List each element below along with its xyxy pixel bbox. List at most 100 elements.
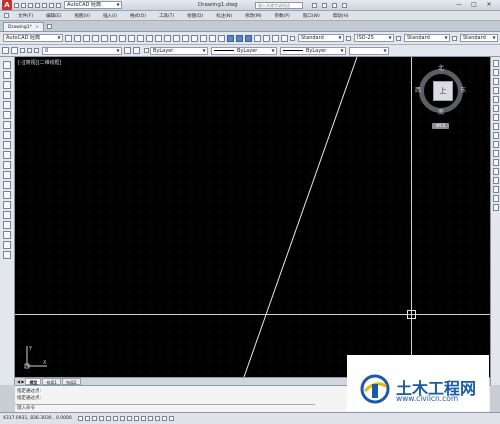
ellipse-icon[interactable]: [3, 151, 11, 159]
rectangle-icon[interactable]: [3, 101, 11, 109]
move-icon[interactable]: [492, 105, 499, 112]
stretch-icon[interactable]: [492, 132, 499, 139]
application-menu-button[interactable]: A: [2, 0, 12, 10]
table-style-combo[interactable]: Standard ▼: [404, 34, 450, 42]
save-icon[interactable]: [28, 2, 33, 8]
lineweight-icon[interactable]: [147, 416, 153, 421]
3d-object-snap-icon[interactable]: [119, 416, 125, 421]
minimize-button[interactable]: —: [452, 0, 466, 9]
wcs-menu-button[interactable]: WCS: [432, 123, 449, 129]
extend-icon[interactable]: [492, 150, 499, 157]
arc-icon[interactable]: [3, 111, 11, 119]
quick-properties-icon[interactable]: [161, 416, 167, 421]
compass-north[interactable]: 北: [438, 63, 444, 72]
ortho-mode-icon[interactable]: [98, 416, 104, 421]
layer-state-icon[interactable]: [11, 47, 18, 54]
multileader-style-combo[interactable]: Standard ▼: [460, 34, 498, 42]
ellipse-arc-icon[interactable]: [3, 161, 11, 169]
publish-icon[interactable]: [119, 34, 126, 42]
polyline-icon[interactable]: [3, 81, 11, 89]
array-icon[interactable]: [492, 96, 499, 103]
menu-window[interactable]: 窗口(W): [299, 13, 324, 19]
menu-view[interactable]: 视图(V): [70, 13, 94, 19]
drawing-canvas[interactable]: [-][俯视][二维线框] 上 北 南 东 西 WCS Y X: [15, 57, 490, 377]
save-as-icon[interactable]: [35, 2, 40, 8]
help-icon[interactable]: [342, 3, 347, 8]
exchange-icon[interactable]: [332, 3, 337, 8]
match-properties-icon[interactable]: [155, 34, 162, 42]
new-icon[interactable]: [14, 2, 19, 8]
tab-layout1[interactable]: 布局1: [42, 378, 61, 385]
gradient-icon[interactable]: [3, 211, 11, 219]
insert-block-icon[interactable]: [3, 171, 11, 179]
preview-icon[interactable]: [110, 34, 117, 42]
tab-drawing1[interactable]: Drawing1* ×: [3, 21, 45, 31]
rotate-icon[interactable]: [492, 114, 499, 121]
layer-previous-icon[interactable]: [133, 47, 140, 54]
plot-icon[interactable]: [42, 2, 47, 8]
close-icon[interactable]: ×: [35, 25, 39, 30]
search-icon[interactable]: [312, 3, 317, 8]
new-icon[interactable]: [74, 34, 81, 42]
polar-tracking-icon[interactable]: [105, 416, 111, 421]
revision-cloud-icon[interactable]: [3, 131, 11, 139]
plot-style-combo[interactable]: ▼: [349, 46, 389, 55]
erase-icon[interactable]: [492, 60, 499, 67]
multiline-text-icon[interactable]: [3, 241, 11, 249]
layer-combo[interactable]: 0 ▼: [42, 46, 122, 55]
zoom-realtime-icon[interactable]: [200, 34, 207, 42]
sheet-set-icon[interactable]: [254, 34, 261, 42]
save-icon[interactable]: [92, 34, 99, 42]
block-editor-icon[interactable]: [164, 34, 171, 42]
undo-icon[interactable]: [173, 34, 180, 42]
paste-icon[interactable]: [146, 34, 153, 42]
mirror-icon[interactable]: [492, 78, 499, 85]
color-combo[interactable]: ByLayer ▼: [150, 46, 208, 55]
layer-properties-icon[interactable]: [2, 47, 9, 54]
copy-object-icon[interactable]: [492, 69, 499, 76]
object-snap-icon[interactable]: [112, 416, 118, 421]
viewcube-top-face[interactable]: 上: [433, 81, 453, 101]
menu-modify[interactable]: 修改(M): [241, 13, 265, 19]
compass-west[interactable]: 西: [415, 85, 421, 94]
join-icon[interactable]: [492, 177, 499, 184]
dynamic-ucs-icon[interactable]: [133, 416, 139, 421]
properties-icon[interactable]: [227, 34, 234, 42]
point-icon[interactable]: [3, 191, 11, 199]
polygon-icon[interactable]: [3, 91, 11, 99]
grid-display-icon[interactable]: [91, 416, 97, 421]
menu-help[interactable]: 帮助(H): [329, 13, 353, 19]
tab-model[interactable]: 模型: [25, 378, 42, 385]
command-input[interactable]: 键入命令: [15, 404, 315, 412]
calculator-icon[interactable]: [272, 34, 279, 42]
hatch-icon[interactable]: [3, 201, 11, 209]
print-icon[interactable]: [101, 34, 108, 42]
snap-mode-icon[interactable]: [84, 416, 90, 421]
menu-tools[interactable]: 工具(T): [155, 13, 178, 19]
open-icon[interactable]: [83, 34, 90, 42]
dim-style-combo[interactable]: ISO-25 ▼: [354, 34, 394, 42]
tool-palettes-icon[interactable]: [245, 34, 252, 42]
scale-icon[interactable]: [492, 123, 499, 130]
close-button[interactable]: ✕: [482, 0, 496, 9]
fillet-icon[interactable]: [492, 195, 499, 202]
menu-insert[interactable]: 插入(I): [99, 13, 121, 19]
infer-constraints-icon[interactable]: [77, 416, 83, 421]
explode-icon[interactable]: [492, 204, 499, 211]
workspace-switcher[interactable]: AutoCAD 经典 ▼: [64, 1, 122, 9]
table-icon[interactable]: [3, 231, 11, 239]
break-at-point-icon[interactable]: [492, 159, 499, 166]
gear-icon[interactable]: [65, 34, 72, 42]
dynamic-input-icon[interactable]: [140, 416, 146, 421]
copy-icon[interactable]: [137, 34, 144, 42]
break-icon[interactable]: [492, 168, 499, 175]
zoom-previous-icon[interactable]: [218, 34, 225, 42]
markup-icon[interactable]: [263, 34, 270, 42]
compass-south[interactable]: 南: [438, 107, 444, 116]
menu-draw[interactable]: 绘图(D): [183, 13, 207, 19]
make-block-icon[interactable]: [3, 181, 11, 189]
object-snap-tracking-icon[interactable]: [126, 416, 132, 421]
selection-cycling-icon[interactable]: [168, 416, 174, 421]
menu-parametric[interactable]: 参数(P): [271, 13, 294, 19]
search-input[interactable]: 键入关键字或短语: [255, 2, 303, 9]
